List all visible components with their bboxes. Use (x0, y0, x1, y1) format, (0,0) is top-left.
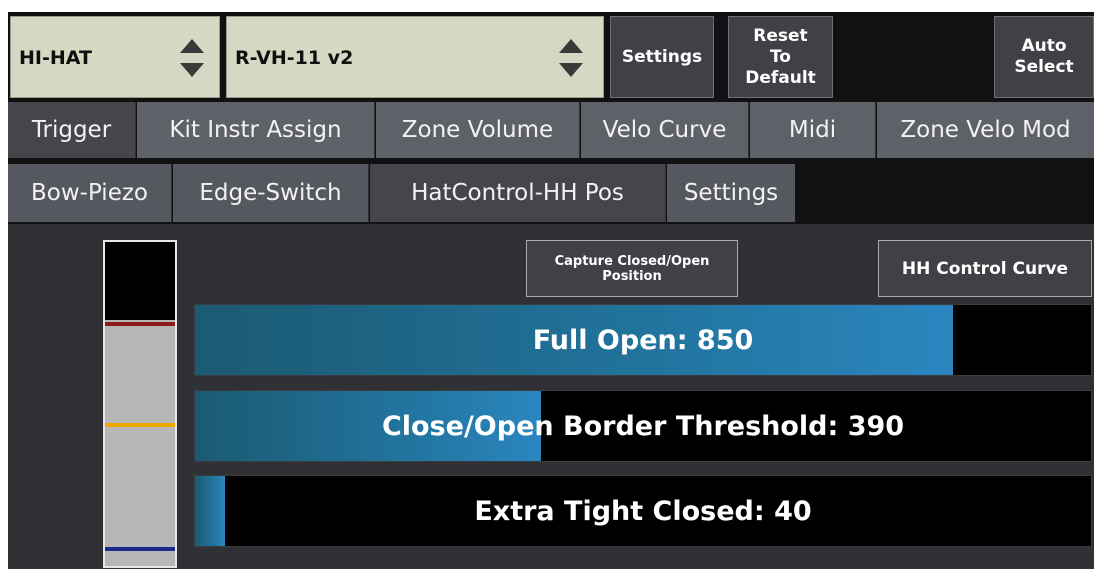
reset-button-label: Reset To Default (745, 25, 816, 88)
slider-label: Full Open: 850 (532, 324, 754, 356)
slider-label: Extra Tight Closed: 40 (474, 495, 812, 527)
full-open-slider[interactable]: Full Open: 850 (194, 304, 1092, 376)
tight-closed-marker (105, 547, 175, 551)
updown-arrows-icon (180, 39, 204, 77)
meter-top-zone (105, 242, 175, 320)
tab-edge-switch[interactable]: Edge-Switch (173, 164, 369, 222)
kit-select-value: R-VH-11 v2 (235, 47, 354, 69)
settings-button[interactable]: Settings (610, 16, 714, 98)
auto-select-button-label: Auto Select (1014, 36, 1074, 77)
settings-button-label: Settings (621, 46, 703, 67)
reset-to-default-button[interactable]: Reset To Default (728, 16, 833, 98)
hh-control-curve-button[interactable]: HH Control Curve (878, 240, 1092, 297)
tab-sub-settings[interactable]: Settings (667, 164, 795, 222)
capture-button-label: Capture Closed/Open Position (554, 253, 710, 284)
extra-tight-closed-slider[interactable]: Extra Tight Closed: 40 (194, 475, 1092, 547)
sub-tab-bar: Bow-Piezo Edge-Switch HatControl-HH Pos … (8, 164, 1094, 222)
tab-zone-velo-mod[interactable]: Zone Velo Mod (877, 102, 1094, 158)
hh-control-curve-label: HH Control Curve (901, 258, 1069, 279)
updown-arrows-icon (559, 39, 583, 77)
main-tab-bar: Trigger Kit Instr Assign Zone Volume Vel… (8, 102, 1094, 158)
slider-label: Close/Open Border Threshold: 390 (381, 410, 905, 442)
full-open-marker (105, 322, 175, 326)
tab-bow-piezo[interactable]: Bow-Piezo (8, 164, 172, 222)
pedal-position-meter (103, 240, 177, 568)
app-window: HI-HAT R-VH-11 v2 Settings Reset To Defa… (8, 12, 1094, 569)
tab-trigger[interactable]: Trigger (8, 102, 136, 158)
tab-kit-instr-assign[interactable]: Kit Instr Assign (137, 102, 375, 158)
threshold-marker (105, 423, 175, 427)
capture-closed-open-button[interactable]: Capture Closed/Open Position (526, 240, 738, 297)
instrument-select[interactable]: HI-HAT (10, 16, 220, 98)
border-threshold-slider[interactable]: Close/Open Border Threshold: 390 (194, 390, 1092, 462)
instrument-select-value: HI-HAT (19, 47, 92, 69)
auto-select-button[interactable]: Auto Select (994, 16, 1094, 98)
kit-select[interactable]: R-VH-11 v2 (226, 16, 604, 98)
tab-midi[interactable]: Midi (750, 102, 876, 158)
hat-control-panel: Capture Closed/Open Position HH Control … (8, 224, 1094, 569)
tab-hatcontrol-hh-pos[interactable]: HatControl-HH Pos (370, 164, 666, 222)
tab-velo-curve[interactable]: Velo Curve (581, 102, 749, 158)
tab-zone-volume[interactable]: Zone Volume (376, 102, 580, 158)
